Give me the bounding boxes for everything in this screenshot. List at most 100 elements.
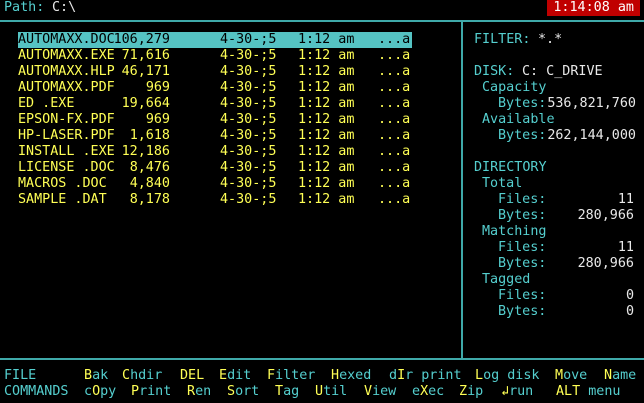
file-row[interactable]: AUTOMAXX.DOC 106,279 4-30-;5 1:12 am ...a	[18, 32, 412, 48]
command-run-button[interactable]: ↲run	[501, 384, 533, 400]
command-hotkey: N	[604, 368, 613, 383]
command-zip-button[interactable]: Zip	[459, 384, 483, 400]
matching-files: 11	[617, 240, 634, 255]
command-chdir-button[interactable]: Chdir	[122, 368, 162, 384]
command-label: dit	[227, 368, 252, 383]
command-label: ag	[283, 384, 300, 399]
command-util-button[interactable]: Util	[315, 384, 347, 400]
file-attr: ...a	[378, 96, 411, 111]
command-label: ame	[612, 368, 637, 383]
file-time: 1:12 am	[298, 144, 355, 159]
bottom-divider	[0, 358, 644, 360]
file-row[interactable]: SAMPLE .DAT 8,178 4-30-;5 1:12 am ...a	[18, 192, 412, 208]
menu-commands-label: COMMANDS	[4, 384, 69, 399]
command-label: menu	[580, 384, 621, 399]
command-name-button[interactable]: Name	[604, 368, 636, 384]
file-attr: ...a	[378, 112, 411, 127]
file-time: 1:12 am	[298, 32, 355, 47]
command-hotkey: R	[187, 384, 196, 399]
file-attr: ...a	[378, 160, 411, 175]
capacity-label: Capacity	[482, 80, 547, 95]
disk-label: DISK:	[474, 64, 515, 79]
available-bytes-label: Bytes:	[498, 128, 547, 143]
file-row[interactable]: ED .EXE 19,664 4-30-;5 1:12 am ...a	[18, 96, 412, 112]
total-bytes: 280,966	[577, 208, 634, 223]
command-hotkey: X	[420, 384, 429, 399]
file-attr: ...a	[378, 144, 411, 159]
command-bak-button[interactable]: Bak	[84, 368, 108, 384]
command-hotkey: U	[315, 384, 324, 399]
file-date: 4-30-;5	[220, 96, 277, 111]
file-size: 969	[145, 112, 170, 127]
command-filter-button[interactable]: Filter	[267, 368, 315, 384]
command-hotkey: T	[275, 384, 284, 399]
directory-label: DIRECTORY	[474, 160, 547, 175]
file-list[interactable]: AUTOMAXX.DOC 106,279 4-30-;5 1:12 am ...a AUT…	[18, 32, 412, 208]
file-date: 4-30-;5	[220, 192, 277, 207]
matching-bytes: 280,966	[577, 256, 634, 271]
command-hexed-button[interactable]: Hexed	[331, 368, 371, 384]
matching-bytes-label: Bytes:	[498, 256, 547, 271]
file-attr: ...a	[378, 128, 411, 143]
file-row[interactable]: EPSON-FX.PDF 969 4-30-;5 1:12 am ...a	[18, 112, 412, 128]
file-row[interactable]: HP-LASER.PDF 1,618 4-30-;5 1:12 am ...a	[18, 128, 412, 144]
command-hotkey: P	[131, 384, 140, 399]
matching-label: Matching	[482, 224, 547, 239]
file-attr: ...a	[378, 48, 411, 63]
file-row[interactable]: MACROS .DOC 4,840 4-30-;5 1:12 am ...a	[18, 176, 412, 192]
command-alt-menu-button[interactable]: ALT menu	[556, 384, 621, 400]
command-hotkey: E	[219, 368, 228, 383]
file-row[interactable]: AUTOMAXX.HLP 46,171 4-30-;5 1:12 am ...a	[18, 64, 412, 80]
command-hotkey: O	[92, 384, 101, 399]
command-edit-button[interactable]: Edit	[219, 368, 251, 384]
command-prefix: c	[84, 384, 93, 399]
command-label: ak	[92, 368, 109, 383]
command-del-button[interactable]: DEL	[180, 368, 204, 384]
file-time: 1:12 am	[298, 192, 355, 207]
file-name: AUTOMAXX.DOC	[18, 32, 115, 47]
command-label: iew	[372, 384, 397, 399]
command-hotkey: I	[397, 368, 406, 383]
file-date: 4-30-;5	[220, 80, 277, 95]
command-prefix: e	[412, 384, 421, 399]
command-tag-button[interactable]: Tag	[275, 384, 299, 400]
tagged-label: Tagged	[482, 272, 531, 287]
file-date: 4-30-;5	[220, 48, 277, 63]
file-row[interactable]: INSTALL .EXE 12,186 4-30-;5 1:12 am ...a	[18, 144, 412, 160]
command-sort-button[interactable]: Sort	[227, 384, 259, 400]
total-files-label: Files:	[498, 192, 547, 207]
command-exec-button[interactable]: eXec	[412, 384, 444, 400]
file-date: 4-30-;5	[220, 144, 277, 159]
file-row[interactable]: AUTOMAXX.EXE 71,616 4-30-;5 1:12 am ...a	[18, 48, 412, 64]
file-date: 4-30-;5	[220, 176, 277, 191]
file-date: 4-30-;5	[220, 64, 277, 79]
command-view-button[interactable]: View	[364, 384, 396, 400]
file-size: 969	[145, 80, 170, 95]
file-size: 46,171	[121, 64, 170, 79]
file-name: EPSON-FX.PDF	[18, 112, 115, 127]
path-value: C:\	[52, 0, 77, 15]
command-copy-button[interactable]: cOpy	[84, 384, 116, 400]
tagged-bytes-label: Bytes:	[498, 304, 547, 319]
command-hotkey: C	[122, 368, 131, 383]
command-print-button[interactable]: Print	[131, 384, 171, 400]
file-time: 1:12 am	[298, 80, 355, 95]
file-row[interactable]: AUTOMAXX.PDF 969 4-30-;5 1:12 am ...a	[18, 80, 412, 96]
filter-label: FILTER:	[474, 32, 531, 47]
command-label: ec	[428, 384, 445, 399]
file-time: 1:12 am	[298, 112, 355, 127]
command-dir-print-button[interactable]: dIr print	[389, 368, 462, 384]
file-name: AUTOMAXX.EXE	[18, 48, 115, 63]
file-size: 19,664	[121, 96, 170, 111]
file-name: AUTOMAXX.PDF	[18, 80, 115, 95]
command-label: ilter	[275, 368, 316, 383]
command-ren-button[interactable]: Ren	[187, 384, 211, 400]
command-label: ort	[235, 384, 260, 399]
file-name: ED .EXE	[18, 96, 75, 111]
command-move-button[interactable]: Move	[555, 368, 587, 384]
file-row[interactable]: LICENSE .DOC 8,476 4-30-;5 1:12 am ...a	[18, 160, 412, 176]
command-log-disk-button[interactable]: Log disk	[475, 368, 540, 384]
panel-divider	[461, 21, 463, 359]
top-divider	[0, 20, 644, 22]
file-attr: ...a	[378, 32, 411, 47]
